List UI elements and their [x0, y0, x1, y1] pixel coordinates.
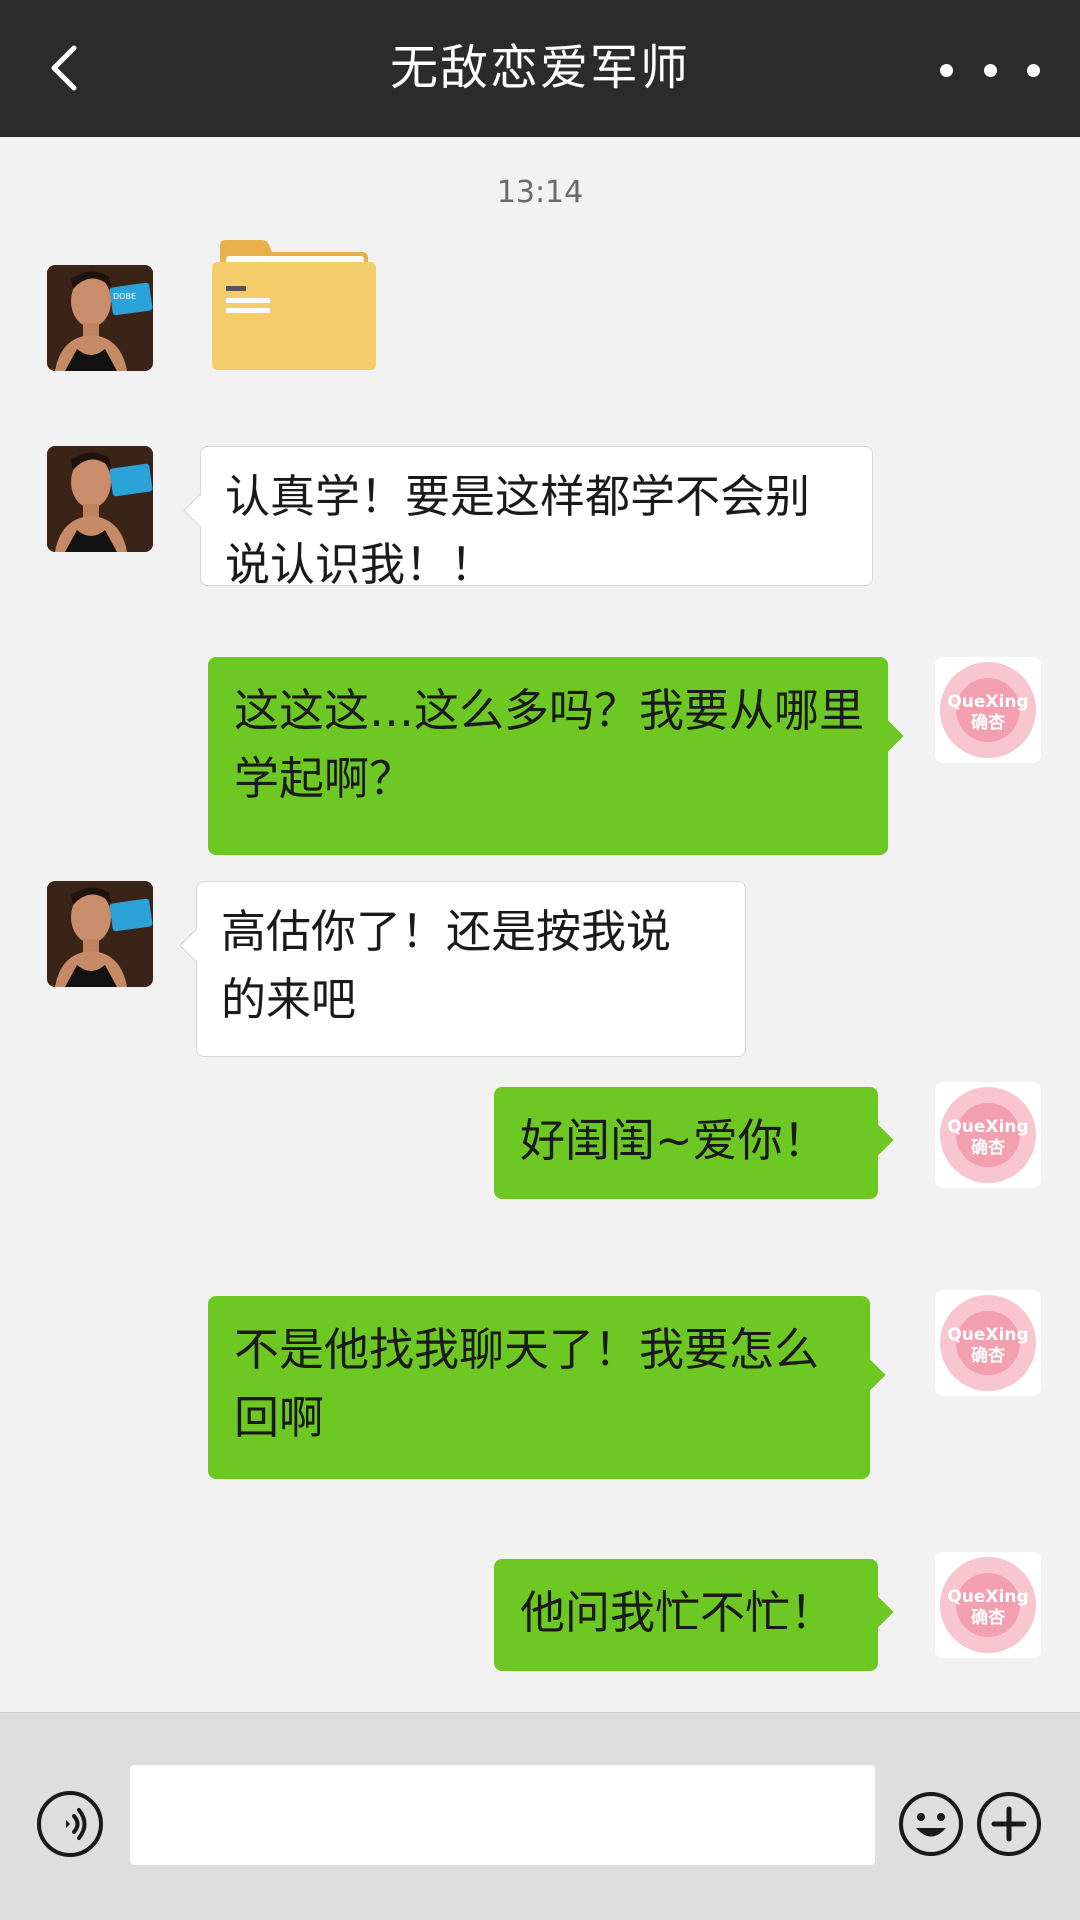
chat-screen: 无敌恋爱军师 13:14 DOBE 认真学！要是这样都学不会别说认识我！！ 这这…	[0, 0, 1080, 1920]
message-bubble-outgoing[interactable]: 好闺闺~爱你！	[494, 1087, 894, 1199]
message-bubble-outgoing[interactable]: 不是他找我聊天了！我要怎么回啊	[208, 1296, 886, 1479]
woman-avatar-image: DOBE	[47, 265, 153, 371]
contact-avatar[interactable]: DOBE	[47, 265, 153, 371]
emoji-button[interactable]	[898, 1791, 964, 1857]
plus-icon	[977, 1792, 1041, 1856]
contact-avatar[interactable]	[47, 881, 153, 987]
message-bubble-incoming[interactable]: 认真学！要是这样都学不会别说认识我！！	[183, 446, 873, 591]
message-list[interactable]: 13:14 DOBE 认真学！要是这样都学不会别说认识我！！ 这这这…这么多吗？…	[0, 137, 1080, 1712]
bubble-tail	[854, 1359, 886, 1391]
message-bubble-incoming[interactable]: 高估你了！还是按我说 的来吧	[179, 881, 746, 1057]
woman-avatar-image	[47, 881, 153, 987]
user-avatar[interactable]: QueXing 确杏	[935, 1552, 1041, 1658]
bubble-tail	[862, 1124, 894, 1156]
title-bar: 无敌恋爱军师	[0, 0, 1080, 137]
logo-text: QueXing	[947, 1117, 1028, 1137]
bubble-tail	[183, 494, 216, 527]
message-text: 高估你了！还是按我说 的来吧	[221, 905, 672, 1026]
message-text: 认真学！要是这样都学不会别说认识我！！	[225, 470, 811, 591]
bubble-tail	[872, 720, 904, 752]
folder-icon	[212, 240, 376, 370]
message-text: 这这这…这么多吗？我要从哪里学起啊？	[234, 684, 865, 805]
message-text: 不是他找我聊天了！我要怎么回啊	[234, 1323, 820, 1444]
file-message[interactable]	[212, 240, 376, 370]
emoji-icon	[899, 1792, 963, 1856]
quexing-logo-avatar: QueXing 确杏	[935, 1082, 1041, 1188]
voice-icon	[37, 1791, 103, 1857]
input-bar	[0, 1712, 1080, 1920]
quexing-logo-avatar: QueXing 确杏	[935, 1290, 1041, 1396]
quexing-logo-avatar: QueXing 确杏	[935, 1552, 1041, 1658]
user-avatar[interactable]: QueXing 确杏	[935, 1082, 1041, 1188]
bubble-tail	[179, 929, 212, 962]
more-actions-button[interactable]	[976, 1791, 1042, 1857]
more-dot	[983, 63, 997, 77]
more-button[interactable]	[940, 50, 1040, 90]
logo-text: QueXing	[947, 1587, 1028, 1607]
voice-button[interactable]	[36, 1790, 104, 1858]
more-dots-icon	[940, 63, 953, 77]
message-bubble-outgoing[interactable]: 他问我忙不忙！	[494, 1559, 894, 1671]
user-avatar[interactable]: QueXing 确杏	[935, 1290, 1041, 1396]
message-input[interactable]	[130, 1765, 875, 1865]
contact-avatar[interactable]	[47, 446, 153, 552]
quexing-logo-avatar: QueXing 确杏	[935, 657, 1041, 763]
message-bubble-outgoing[interactable]: 这这这…这么多吗？我要从哪里学起啊？	[208, 657, 904, 855]
message-text: 他问我忙不忙！	[520, 1586, 836, 1639]
more-dot	[1027, 63, 1040, 77]
chat-title: 无敌恋爱军师	[389, 40, 690, 96]
woman-avatar-image	[47, 446, 153, 552]
user-avatar[interactable]: QueXing 确杏	[935, 657, 1041, 763]
logo-text: QueXing	[947, 692, 1028, 712]
logo-text: QueXing	[947, 1325, 1028, 1345]
logo-text: 确杏	[971, 1607, 1005, 1628]
logo-text: 确杏	[971, 712, 1005, 733]
logo-text: 确杏	[971, 1137, 1005, 1158]
card-label: DOBE	[113, 292, 136, 301]
message-timestamp: 13:14	[496, 175, 584, 210]
message-text: 好闺闺~爱你！	[520, 1114, 828, 1167]
bubble-tail	[862, 1596, 894, 1628]
logo-text: 确杏	[971, 1345, 1005, 1366]
